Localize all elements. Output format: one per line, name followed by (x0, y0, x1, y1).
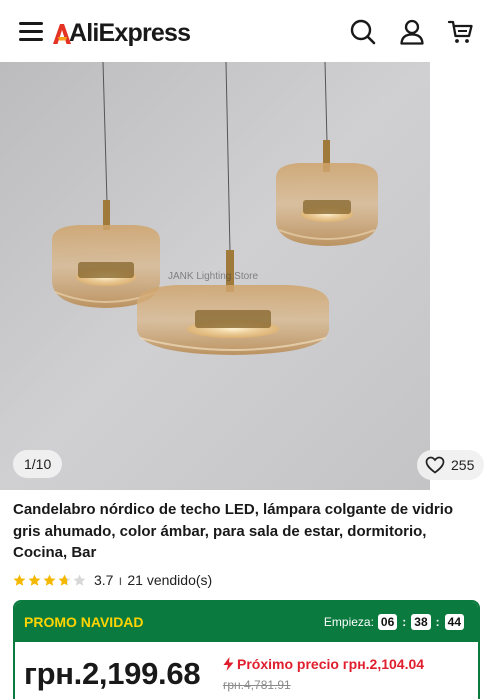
next-price: Próximo precio грн.2,104.04 (223, 656, 424, 672)
user-icon[interactable] (398, 18, 426, 46)
rating-value: 3.7 (94, 572, 114, 588)
cart-icon[interactable] (447, 18, 475, 46)
colon: : (435, 615, 440, 629)
wishlist-count: 255 (451, 457, 475, 473)
promo-box: PROMO NAVIDAD Empieza: 06 : 38 : 44 грн.… (13, 600, 480, 699)
next-slide-preview[interactable] (430, 62, 493, 490)
menu-icon[interactable] (19, 20, 43, 42)
wishlist-button[interactable]: 255 (417, 450, 485, 480)
star-icon (28, 574, 41, 587)
promo-label: PROMO NAVIDAD (24, 614, 144, 630)
top-header: AliExpress (0, 0, 493, 62)
star-icon (58, 574, 71, 587)
promo-header: PROMO NAVIDAD Empieza: 06 : 38 : 44 (15, 602, 478, 642)
countdown-label: Empieza: (323, 615, 374, 629)
logo-text: AliExpress (69, 19, 191, 47)
image-counter: 1/10 (13, 450, 63, 478)
star-icon (43, 574, 56, 587)
logo-mark-icon (50, 20, 72, 46)
price-row: грн.2,199.68 Próximo precio грн.2,104.04… (15, 642, 478, 699)
store-watermark: JANK Lighting Store (168, 271, 259, 282)
countdown-hours: 06 (377, 614, 398, 630)
countdown-seconds: 44 (444, 614, 464, 630)
next-price-text: Próximo precio грн.2,104.04 (237, 656, 425, 672)
star-icon (13, 574, 26, 587)
aliexpress-logo[interactable]: AliExpress (50, 18, 191, 48)
heart-icon (425, 456, 445, 474)
lightning-icon (223, 657, 234, 671)
current-price: грн.2,199.68 (24, 656, 201, 691)
rating-separator: ı (118, 572, 123, 588)
rating-row[interactable]: 3.7 ı 21 vendido(s) (13, 571, 212, 589)
sold-count: 21 vendido(s) (127, 572, 213, 588)
star-icon (73, 574, 86, 587)
colon: : (402, 615, 407, 629)
countdown-minutes: 38 (411, 614, 431, 630)
product-title: Candelabro nórdico de techo LED, lámpara… (13, 501, 454, 561)
search-icon[interactable] (349, 18, 377, 46)
product-image-gallery[interactable]: JANK Lighting Store 1/10 255 (0, 62, 493, 490)
countdown-timer: Empieza: 06 : 38 : 44 (324, 614, 464, 630)
original-price: грн.4,781.91 (223, 678, 291, 692)
star-rating (13, 574, 88, 587)
